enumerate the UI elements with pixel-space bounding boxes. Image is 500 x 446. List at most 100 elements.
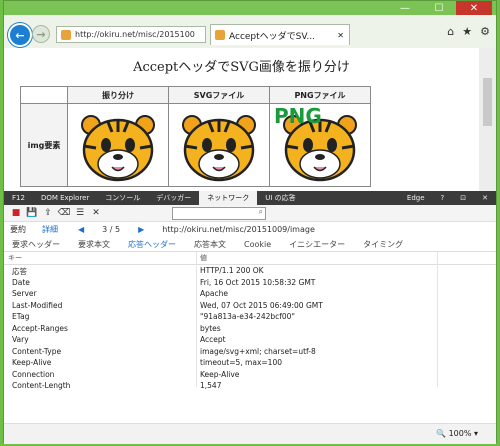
site-favicon-icon (61, 29, 71, 40)
header-key: Content-Length (12, 381, 71, 390)
undock-icon[interactable]: ⊡ (452, 191, 474, 205)
header-value: Fri, 16 Oct 2015 10:58:32 GMT (200, 277, 316, 287)
tiger-image (68, 104, 168, 186)
forward-arrow-icon: → (36, 27, 46, 41)
table-corner (20, 86, 68, 104)
browser-tab[interactable]: AcceptヘッダでSV... ✕ (210, 24, 350, 45)
page-content: AcceptヘッダでSVG画像を振り分け 振り分け SVGファイル PNGファイ… (4, 48, 479, 191)
next-icon[interactable]: ▶ (138, 225, 144, 234)
header-value: 1,547 (200, 381, 222, 390)
export-icon[interactable]: ⇪ (40, 206, 56, 220)
clear-entries-icon[interactable]: ☰ (72, 206, 88, 220)
network-toolbar: ■ 💾 ⇪ ⌫ ☰ ✕ ⌕ (4, 205, 496, 222)
key-column-header: キー (8, 254, 22, 262)
prev-icon[interactable]: ◀ (78, 225, 84, 234)
header-key: Date (12, 277, 30, 287)
subtab-response-body[interactable]: 応答本文 (194, 239, 226, 250)
detail-subtabs: 要求ヘッダー 要求本文 応答ヘッダー 応答本文 Cookie イニシエーター タ… (4, 237, 496, 252)
table-row[interactable]: Server Apache (4, 289, 496, 301)
address-bar[interactable]: http://okiru.net/misc/2015100 (56, 26, 206, 43)
detail-nav-row: 要約 詳細 ◀ 3 / 5 ▶ http://okiru.net/misc/20… (4, 222, 496, 236)
address-text: http://okiru.net/misc/2015100 (75, 30, 195, 39)
header-key: ETag (12, 312, 30, 321)
header-key: Connection (12, 369, 55, 379)
back-arrow-icon: ← (15, 28, 25, 42)
emulation-mode-dropdown[interactable]: Edge (399, 191, 433, 205)
devtools-panel: F12 DOM Explorer コンソール デバッガー ネットワーク UI の… (4, 191, 496, 444)
page-scrollbar[interactable] (479, 48, 496, 191)
devtools-tabs: F12 DOM Explorer コンソール デバッガー ネットワーク UI の… (4, 191, 496, 205)
header-value: HTTP/1.1 200 OK (200, 266, 264, 275)
table-row[interactable]: Content-Type image/svg+xml; charset=utf-8 (4, 347, 496, 359)
minimize-button[interactable]: — (394, 1, 416, 15)
table-row[interactable]: 応答 HTTP/1.1 200 OK (4, 266, 496, 278)
zoom-control[interactable]: 🔍 100% ▾ (436, 429, 478, 438)
subtab-request-body[interactable]: 要求本文 (78, 239, 110, 250)
close-devtools-icon[interactable]: ✕ (474, 191, 496, 205)
chevron-down-icon: ▾ (473, 429, 478, 438)
detail-link[interactable]: 詳細 (42, 224, 58, 235)
zoom-icon: 🔍 (436, 429, 447, 438)
subtab-request-headers[interactable]: 要求ヘッダー (12, 239, 60, 250)
subtab-response-headers[interactable]: 応答ヘッダー (128, 239, 176, 250)
page-title: AcceptヘッダでSVG画像を振り分け (133, 60, 350, 75)
header-key: Vary (12, 335, 29, 344)
table-row[interactable]: Connection Keep-Alive (4, 370, 496, 382)
table-row[interactable]: Last-Modified Wed, 07 Oct 2015 06:49:00 G… (4, 301, 496, 313)
row-label: img要素 (20, 103, 68, 187)
status-bar: 🔍 100% ▾ (4, 423, 496, 444)
header-key: Server (12, 289, 37, 298)
tab-dom-explorer[interactable]: DOM Explorer (33, 191, 97, 205)
subtab-cookie[interactable]: Cookie (244, 240, 271, 249)
help-icon[interactable]: ? (433, 191, 453, 205)
header-value: timeout=5, max=100 (200, 358, 282, 367)
table-row[interactable]: Vary Accept (4, 335, 496, 347)
headers-table-header: キー 値 (4, 252, 496, 265)
favorites-star-icon[interactable]: ★ (462, 25, 472, 38)
tab-debugger[interactable]: デバッガー (148, 191, 199, 205)
settings-gear-icon[interactable]: ⚙ (480, 25, 490, 38)
header-value: Apache (200, 289, 228, 298)
png-overlay-label: PNG (274, 104, 322, 128)
header-key: Keep-Alive (12, 358, 52, 367)
maximize-button[interactable]: ☐ (428, 1, 450, 15)
search-icon: ⌕ (258, 207, 263, 216)
tab-close-icon[interactable]: ✕ (337, 31, 344, 40)
save-icon[interactable]: 💾 (24, 206, 40, 220)
table-row[interactable]: Date Fri, 16 Oct 2015 10:58:32 GMT (4, 278, 496, 290)
forward-button[interactable]: → (32, 25, 50, 43)
clear-cache-icon[interactable]: ⌫ (56, 206, 72, 220)
header-value: Keep-Alive (200, 369, 240, 379)
subtab-timing[interactable]: タイミング (363, 239, 403, 250)
table-row[interactable]: Content-Length 1,547 (4, 381, 496, 393)
subtab-initiator[interactable]: イニシエーター (289, 239, 345, 250)
tab-ui-responsiveness[interactable]: UI の応答 (257, 191, 303, 205)
tab-favicon-icon (215, 30, 225, 40)
header-value: "91a813a-e34-242bcf00" (200, 312, 295, 321)
zoom-level: 100% (448, 429, 472, 438)
tab-f12[interactable]: F12 (4, 191, 33, 205)
table-row[interactable]: ETag "91a813a-e34-242bcf00" (4, 312, 496, 324)
close-x-icon[interactable]: ✕ (88, 206, 104, 220)
scrollbar-thumb[interactable] (483, 78, 492, 126)
tiger-image: PNG (270, 104, 370, 186)
close-window-button[interactable]: ✕ (456, 1, 492, 15)
table-row[interactable]: Keep-Alive timeout=5, max=100 (4, 358, 496, 370)
tab-network[interactable]: ネットワーク (199, 191, 258, 205)
home-icon[interactable]: ⌂ (447, 25, 454, 38)
header-value: bytes (200, 323, 221, 333)
title-bar: — ☐ ✕ (4, 1, 496, 15)
tiger-image (169, 104, 269, 186)
filter-input[interactable]: ⌕ (172, 207, 266, 220)
back-button[interactable]: ← (8, 23, 32, 47)
tab-title: AcceptヘッダでSV... (229, 31, 315, 42)
stop-record-icon[interactable]: ■ (8, 206, 24, 220)
tab-console[interactable]: コンソール (97, 191, 148, 205)
header-key: Content-Type (12, 346, 62, 356)
header-key: Accept-Ranges (12, 323, 68, 333)
navigation-bar: ← → http://okiru.net/misc/2015100 Accept… (4, 15, 496, 48)
table-row[interactable]: Accept-Ranges bytes (4, 324, 496, 336)
summary-link[interactable]: 要約 (10, 224, 26, 235)
comparison-table: 振り分け SVGファイル PNGファイル img要素 PNG (20, 86, 371, 187)
header-value: image/svg+xml; charset=utf-8 (200, 346, 316, 356)
